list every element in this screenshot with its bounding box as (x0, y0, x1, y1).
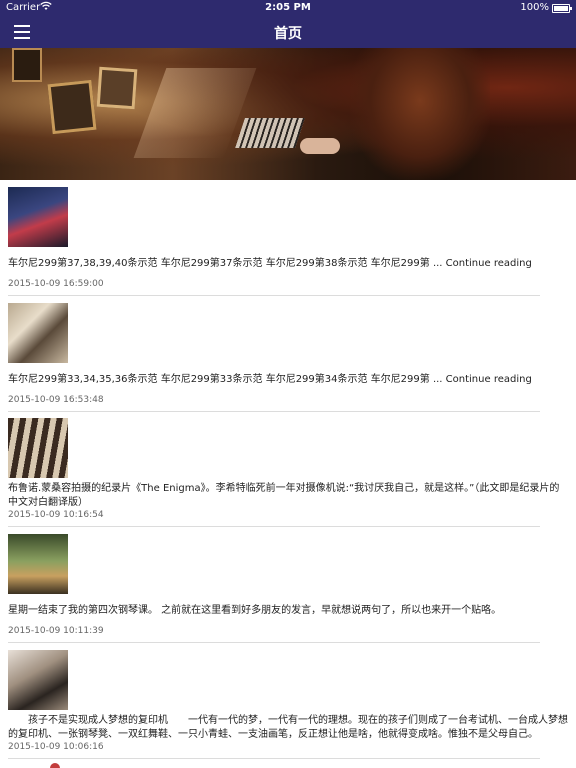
nav-bar: 首页 (0, 16, 576, 48)
post-date: 2015-10-09 16:53:48 (8, 395, 104, 405)
post-date: 2015-10-09 10:06:16 (8, 742, 104, 752)
post-excerpt: 布鲁诺.蒙桑容拍摄的纪录片《The Enigma》。李希特临死前一年对摄像机说:… (8, 483, 560, 508)
post-excerpt: 星期一结束了我的第四次钢琴课。 之前就在这里看到好多朋友的发言，早就想说两句了，… (8, 605, 502, 616)
post-item[interactable]: 布鲁诺.蒙桑容拍摄的纪录片《The Enigma》。李希特临死前一年对摄像机说:… (0, 418, 576, 528)
post-item[interactable]: 车尔尼299第37,38,39,40条示范 车尔尼299第37条示范 车尔尼29… (0, 187, 576, 297)
status-bar: Carrier 2:05 PM 100% (0, 0, 576, 16)
continue-reading-link[interactable]: Continue reading (446, 374, 532, 385)
divider (8, 295, 540, 296)
post-item[interactable]: 车尔尼299第33,34,35,36条示范 车尔尼299第33条示范 车尔尼29… (0, 303, 576, 413)
post-item[interactable]: 孩子不是实现成人梦想的复印机 一代有一代的梦，一代有一代的理想。现在的孩子们则成… (0, 650, 576, 762)
post-thumbnail (8, 418, 68, 478)
continue-reading-link[interactable]: Continue reading (446, 258, 532, 269)
divider (8, 526, 540, 527)
battery-icon (552, 4, 572, 13)
battery-percent: 100% (520, 2, 549, 13)
post-date: 2015-10-09 10:11:39 (8, 626, 104, 636)
post-thumbnail (8, 303, 68, 363)
next-post-thumbnail (50, 763, 60, 768)
post-excerpt: 孩子不是实现成人梦想的复印机 一代有一代的梦，一代有一代的理想。现在的孩子们则成… (8, 715, 568, 740)
post-date: 2015-10-09 10:16:54 (8, 510, 104, 520)
post-item[interactable]: 星期一结束了我的第四次钢琴课。 之前就在这里看到好多朋友的发言，早就想说两句了，… (0, 534, 576, 644)
post-thumbnail (8, 187, 68, 247)
divider (8, 642, 540, 643)
divider (8, 758, 540, 759)
post-excerpt: 车尔尼299第37,38,39,40条示范 车尔尼299第37条示范 车尔尼29… (8, 258, 532, 269)
page-title: 首页 (274, 26, 302, 42)
post-date: 2015-10-09 16:59:00 (8, 279, 104, 289)
clock: 2:05 PM (265, 2, 311, 13)
post-thumbnail (8, 534, 68, 594)
hero-banner-image (0, 48, 576, 180)
divider (8, 411, 540, 412)
post-thumbnail (8, 650, 68, 710)
post-excerpt: 车尔尼299第33,34,35,36条示范 车尔尼299第33条示范 车尔尼29… (8, 374, 532, 385)
